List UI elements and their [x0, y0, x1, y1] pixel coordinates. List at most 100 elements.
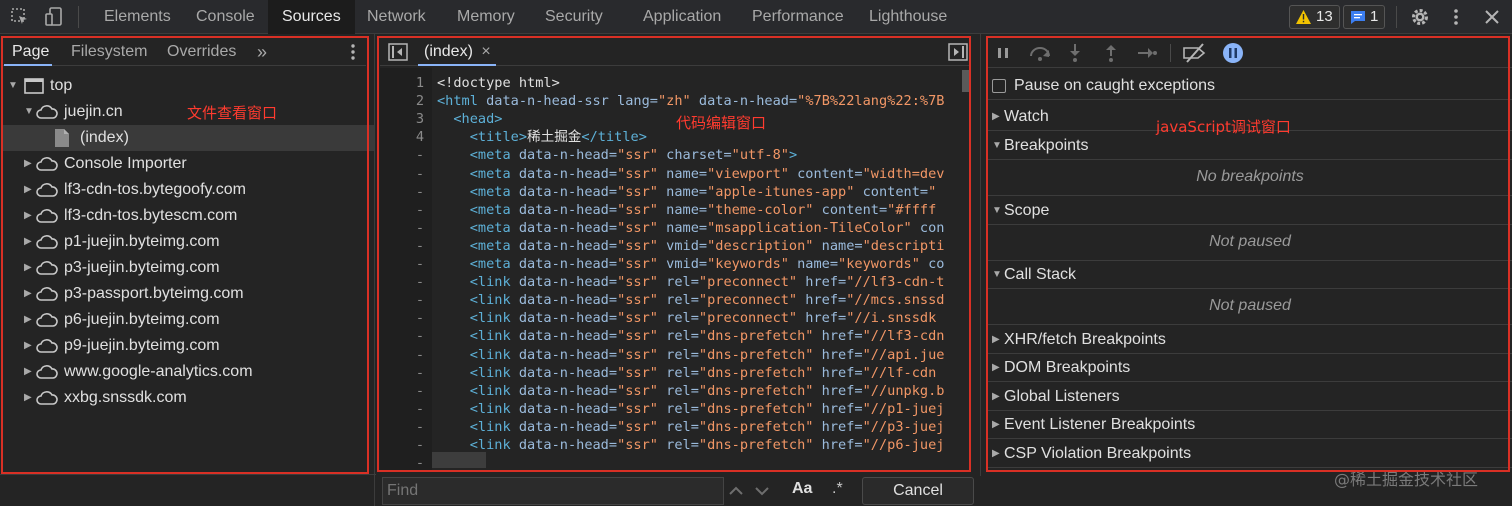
tab-performance[interactable]: Performance [738, 0, 858, 34]
section-scope[interactable]: ▼ Scope [988, 197, 1512, 225]
code-line[interactable]: - <link data-n-head="ssr" rel="preconnec… [380, 273, 960, 291]
deactivate-breakpoints-icon[interactable] [1182, 43, 1208, 63]
toggle-debugger-icon[interactable] [948, 43, 968, 61]
find-input[interactable] [382, 477, 724, 505]
line-number[interactable]: - [380, 291, 428, 309]
inspect-element-icon[interactable] [10, 7, 30, 27]
line-number[interactable]: - [380, 400, 428, 418]
code-line[interactable]: - <meta data-n-head="ssr" name="msapplic… [380, 219, 960, 237]
code-line[interactable]: - <link data-n-head="ssr" rel="preconnec… [380, 291, 960, 309]
tree-item-domain[interactable]: ▶ lf3-cdn-tos.bytegoofy.com [2, 177, 374, 203]
pause-icon[interactable] [994, 44, 1012, 62]
code-line[interactable]: - <meta data-n-head="ssr" vmid="descript… [380, 237, 960, 255]
tab-application[interactable]: Application [629, 0, 735, 34]
line-number[interactable]: - [380, 364, 428, 382]
section-breakpoints[interactable]: ▼ Breakpoints [988, 132, 1512, 160]
code-line[interactable]: - <link data-n-head="ssr" rel="dns-prefe… [380, 364, 960, 382]
code-line[interactable]: 1 <!doctype html> [380, 74, 960, 92]
code-line[interactable]: 2 <html data-n-head-ssr lang="zh" data-n-… [380, 92, 960, 110]
section-dom-breakpoints[interactable]: ▶ DOM Breakpoints [988, 354, 1512, 382]
code-line[interactable]: - <link data-n-head="ssr" rel="dns-prefe… [380, 418, 960, 436]
tab-filesystem[interactable]: Filesystem [71, 38, 147, 66]
line-number[interactable]: - [380, 273, 428, 291]
tab-security[interactable]: Security [531, 0, 617, 34]
tree-item-domain[interactable]: ▶ Console Importer [2, 151, 374, 177]
code-line[interactable]: - <link data-n-head="ssr" rel="dns-prefe… [380, 400, 960, 418]
line-number[interactable]: - [380, 436, 428, 454]
toggle-navigator-icon[interactable] [388, 43, 408, 61]
line-number[interactable]: - [380, 346, 428, 364]
line-number[interactable]: 3 [380, 110, 428, 128]
code-line[interactable]: - <meta data-n-head="ssr" vmid="keywords… [380, 255, 960, 273]
tree-item-domain[interactable]: ▶ p6-juejin.byteimg.com [2, 307, 374, 333]
line-number[interactable]: - [380, 454, 428, 466]
section-event-listener-breakpoints[interactable]: ▶ Event Listener Breakpoints [988, 411, 1512, 439]
code-line[interactable]: - <link data-n-head="ssr" rel="dns-prefe… [380, 382, 960, 400]
tree-item-domain[interactable]: ▶ p3-passport.byteimg.com [2, 281, 374, 307]
tree-item-domain[interactable]: ▶ p9-juejin.byteimg.com [2, 333, 374, 359]
tree-item-domain[interactable]: ▶ www.google-analytics.com [2, 359, 374, 385]
tab-overrides[interactable]: Overrides [167, 38, 236, 66]
step-into-icon[interactable] [1066, 43, 1084, 63]
regex-button[interactable]: .* [832, 480, 843, 498]
line-number[interactable]: - [380, 219, 428, 237]
line-number[interactable]: - [380, 146, 428, 164]
tree-item-domain[interactable]: ▶ p1-juejin.byteimg.com [2, 229, 374, 255]
editor-tab-index[interactable]: (index) × [416, 38, 499, 66]
find-next-icon[interactable] [752, 482, 772, 500]
line-number[interactable]: - [380, 237, 428, 255]
tree-item-domain[interactable]: ▶ lf3-cdn-tos.bytescm.com [2, 203, 374, 229]
line-number[interactable]: - [380, 418, 428, 436]
code-line[interactable]: - <link data-n-head="ssr" rel="dns-prefe… [380, 327, 960, 345]
more-tabs-button[interactable]: » [257, 38, 267, 66]
step-out-icon[interactable] [1102, 43, 1120, 63]
code-line[interactable]: - <meta data-n-head="ssr" name="apple-it… [380, 183, 960, 201]
cancel-button[interactable]: Cancel [862, 477, 974, 505]
section-xhr-breakpoints[interactable]: ▶ XHR/fetch Breakpoints [988, 326, 1512, 354]
step-over-icon[interactable] [1028, 44, 1052, 62]
code-editor[interactable]: 1 <!doctype html> 2 <html data-n-head-ssr l… [380, 74, 960, 466]
messages-badge[interactable]: 1 [1343, 5, 1386, 29]
code-line[interactable]: 3 <head> [380, 110, 960, 128]
section-csp-violation-breakpoints[interactable]: ▶ CSP Violation Breakpoints [988, 440, 1512, 468]
line-number[interactable]: - [380, 309, 428, 327]
pause-on-exceptions-icon[interactable] [1222, 42, 1244, 64]
close-devtools-icon[interactable] [1482, 7, 1502, 27]
tab-network[interactable]: Network [353, 0, 440, 34]
tab-elements[interactable]: Elements [90, 0, 185, 34]
line-number[interactable]: 2 [380, 92, 428, 110]
line-number[interactable]: - [380, 327, 428, 345]
code-line[interactable]: - <link data-n-head="ssr" rel="preconnec… [380, 309, 960, 327]
match-case-button[interactable]: Aa [792, 480, 812, 498]
vertical-scrollbar[interactable] [962, 70, 970, 92]
find-text-field[interactable] [383, 478, 703, 504]
settings-gear-icon[interactable] [1410, 7, 1430, 27]
tab-console[interactable]: Console [182, 0, 269, 34]
find-previous-icon[interactable] [726, 482, 746, 500]
tree-item-top[interactable]: ▼ top [2, 73, 374, 99]
code-line[interactable]: 4 <title>稀土掘金</title> [380, 128, 960, 146]
tab-sources[interactable]: Sources [268, 0, 355, 34]
more-vertical-icon[interactable] [1446, 7, 1466, 27]
code-line[interactable]: - <meta data-n-head="ssr" name="theme-co… [380, 201, 960, 219]
horizontal-scrollbar[interactable] [432, 452, 486, 468]
tab-lighthouse[interactable]: Lighthouse [855, 0, 961, 34]
line-number[interactable]: - [380, 183, 428, 201]
pause-caught-row[interactable]: Pause on caught exceptions [988, 72, 1512, 100]
close-tab-icon[interactable]: × [481, 43, 490, 60]
line-number[interactable]: 4 [380, 128, 428, 146]
line-number[interactable]: - [380, 201, 428, 219]
line-number[interactable]: - [380, 255, 428, 273]
tree-item-domain[interactable]: ▶ p3-juejin.byteimg.com [2, 255, 374, 281]
section-global-listeners[interactable]: ▶ Global Listeners [988, 383, 1512, 411]
tree-item-index[interactable]: (index) [2, 125, 374, 151]
code-line[interactable]: - <link data-n-head="ssr" rel="dns-prefe… [380, 346, 960, 364]
line-number[interactable]: - [380, 165, 428, 183]
code-line[interactable]: - <meta data-n-head="ssr" name="viewport… [380, 165, 960, 183]
device-toolbar-icon[interactable] [44, 7, 64, 27]
tree-item-domain[interactable]: ▶ xxbg.snssdk.com [2, 385, 374, 411]
step-icon[interactable] [1136, 44, 1158, 62]
navigator-menu-icon[interactable] [346, 42, 360, 62]
tab-memory[interactable]: Memory [443, 0, 529, 34]
pause-caught-checkbox[interactable] [992, 79, 1006, 93]
